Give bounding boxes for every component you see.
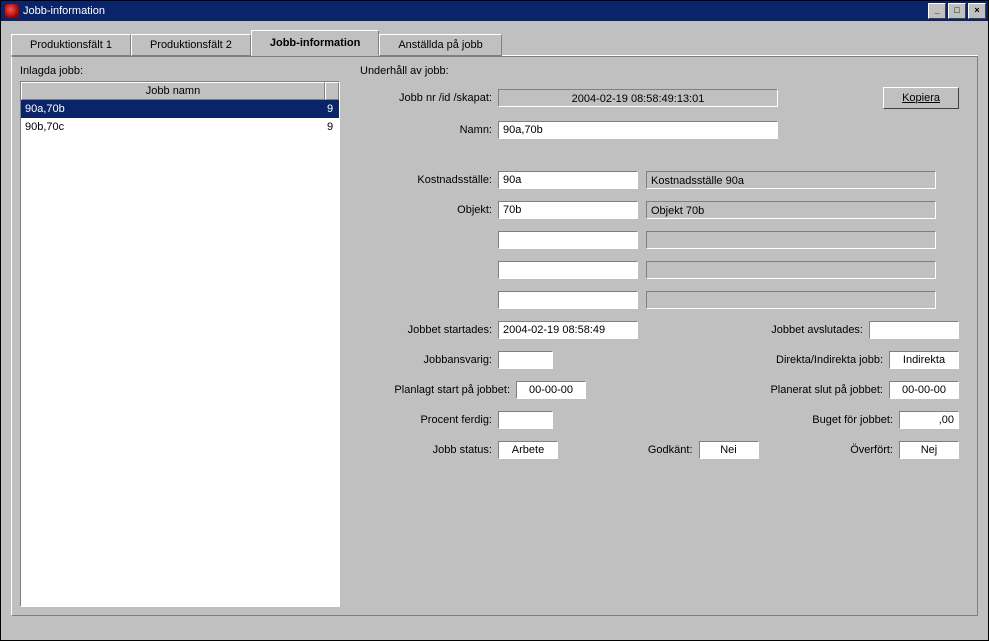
titlebar: Jobb-information _ □ × <box>1 1 988 21</box>
cell-flag: 9 <box>327 118 339 136</box>
plan-start-input[interactable] <box>516 381 586 399</box>
ansvarig-input[interactable] <box>498 351 553 369</box>
extra2-input[interactable] <box>498 261 638 279</box>
extra1-desc <box>646 231 936 249</box>
ansvarig-label: Jobbansvarig: <box>360 354 498 366</box>
plan-slut-label: Planerat slut på jobbet: <box>586 384 889 396</box>
plan-slut-input[interactable] <box>889 381 959 399</box>
extra3-input[interactable] <box>498 291 638 309</box>
over-value[interactable]: Nej <box>899 441 959 459</box>
status-label: Jobb status: <box>360 444 498 456</box>
start-label: Jobbet startades: <box>360 324 498 336</box>
tab-panel: Inlagda jobb: Jobb namn 90a,70b 9 <box>11 56 978 616</box>
extra2-desc <box>646 261 936 279</box>
tab-jobb-information[interactable]: Jobb-information <box>251 30 379 56</box>
cell-jobb-namn: 90b,70c <box>21 118 327 136</box>
start-input[interactable] <box>498 321 638 339</box>
status-value[interactable]: Arbete <box>498 441 558 459</box>
direkta-label: Direkta/Indirekta jobb: <box>553 354 889 366</box>
godk-label: Godkänt: <box>558 444 699 456</box>
budget-label: Buget för jobbet: <box>553 414 899 426</box>
table-row[interactable]: 90a,70b 9 <box>21 100 339 118</box>
tab-anstallda-pa-jobb[interactable]: Anställda på jobb <box>379 34 501 56</box>
over-label: Överfört: <box>759 444 900 456</box>
app-icon <box>5 4 19 18</box>
cell-flag: 9 <box>327 100 339 118</box>
tab-produktionsfalt-1[interactable]: Produktionsfält 1 <box>11 34 131 56</box>
client-area: Produktionsfält 1 Produktionsfält 2 Jobb… <box>1 21 988 640</box>
objekt-label: Objekt: <box>360 204 498 216</box>
budget-input[interactable] <box>899 411 959 429</box>
jobb-id-label: Jobb nr /id /skapat: <box>360 92 498 104</box>
plan-start-label: Planlagt start på jobbet: <box>360 384 516 396</box>
kostnad-label: Kostnadsställe: <box>360 174 498 186</box>
window: Jobb-information _ □ × Produktionsfält 1… <box>0 0 989 641</box>
inlagda-jobb-label: Inlagda jobb: <box>20 65 340 77</box>
godk-value[interactable]: Nei <box>699 441 759 459</box>
col-jobb-namn[interactable]: Jobb namn <box>21 82 325 100</box>
col-flag[interactable] <box>325 82 339 100</box>
procent-label: Procent ferdig: <box>360 414 498 426</box>
jobb-list-header: Jobb namn <box>21 82 339 100</box>
kopiera-label: Kopiera <box>902 92 940 104</box>
namn-label: Namn: <box>360 124 498 136</box>
kostnad-input[interactable] <box>498 171 638 189</box>
cell-jobb-namn: 90a,70b <box>21 100 327 118</box>
namn-input[interactable] <box>498 121 778 139</box>
maximize-button[interactable]: □ <box>948 3 966 19</box>
minimize-button[interactable]: _ <box>928 3 946 19</box>
procent-input[interactable] <box>498 411 553 429</box>
extra3-desc <box>646 291 936 309</box>
underhall-label: Underhåll av jobb: <box>360 65 969 77</box>
extra1-input[interactable] <box>498 231 638 249</box>
jobb-id-value: 2004-02-19 08:58:49:13:01 <box>498 89 778 107</box>
table-row[interactable]: 90b,70c 9 <box>21 118 339 136</box>
objekt-input[interactable] <box>498 201 638 219</box>
jobb-list[interactable]: Jobb namn 90a,70b 9 90b,70c 9 <box>20 81 340 607</box>
window-title: Jobb-information <box>23 5 105 17</box>
end-label: Jobbet avslutades: <box>638 324 869 336</box>
kopiera-button[interactable]: Kopiera <box>883 87 959 109</box>
close-button[interactable]: × <box>968 3 986 19</box>
objekt-desc: Objekt 70b <box>646 201 936 219</box>
kostnad-desc: Kostnadsställe 90a <box>646 171 936 189</box>
tabstrip: Produktionsfält 1 Produktionsfält 2 Jobb… <box>11 29 978 56</box>
tab-produktionsfalt-2[interactable]: Produktionsfält 2 <box>131 34 251 56</box>
direkta-value[interactable]: Indirekta <box>889 351 959 369</box>
end-input[interactable] <box>869 321 959 339</box>
